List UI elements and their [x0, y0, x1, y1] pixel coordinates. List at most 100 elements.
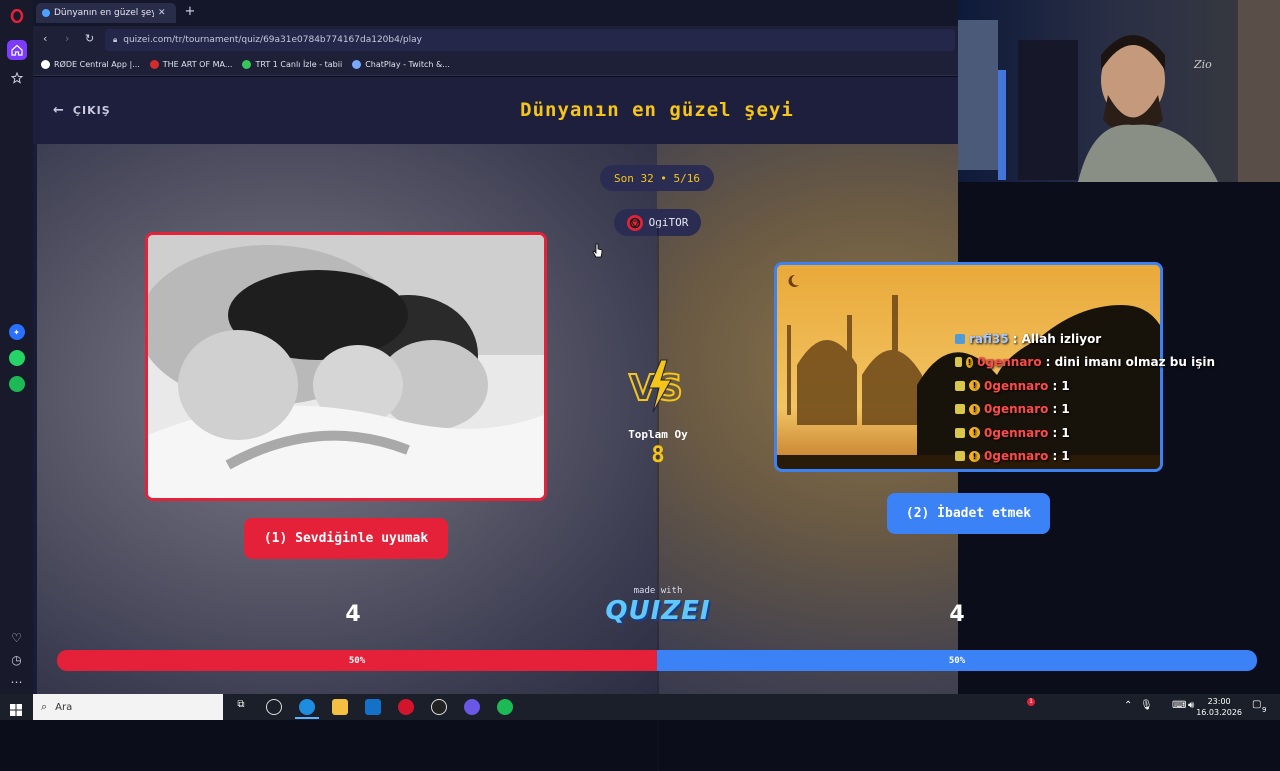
- spotify-taskbar-icon[interactable]: [497, 699, 513, 715]
- chatplay-icon: [352, 60, 362, 69]
- left-vote-count: 4: [345, 602, 361, 627]
- bookmarks-star-icon[interactable]: [7, 68, 27, 88]
- obs-icon[interactable]: [431, 699, 447, 715]
- bookmark-item[interactable]: RØDE Central App |...: [41, 60, 140, 69]
- tray-chevron-icon[interactable]: ⌃: [1124, 700, 1132, 711]
- chat-coin-icon: !: [969, 380, 980, 392]
- author-name: OgiTOR: [648, 216, 689, 229]
- heart-icon[interactable]: ♡: [7, 628, 27, 648]
- discord-icon[interactable]: [464, 699, 480, 715]
- chat-text: : dini imanı olmaz bu işin: [1045, 355, 1215, 370]
- total-votes-label: Toplam Oy: [628, 428, 688, 441]
- lock-icon: 🔒︎: [113, 35, 118, 44]
- volume-icon[interactable]: 🔊︎: [1188, 700, 1194, 711]
- chat-message: ! 0gennaro: 1: [955, 398, 1215, 422]
- chat-message: ! 0gennaro: 1: [955, 421, 1215, 445]
- clock-time: 23:00: [1207, 697, 1231, 706]
- chat-coin-icon: !: [969, 450, 980, 462]
- chat-overlay: rafi35: Allah izliyor! 0gennaro: dini ima…: [955, 327, 1215, 468]
- new-tab-button[interactable]: +: [183, 5, 197, 19]
- chat-badge-icon: [955, 451, 965, 462]
- url-text: quizei.com/tr/tournament/quiz/69a31e0784…: [123, 35, 422, 45]
- chat-text: : 1: [1052, 378, 1070, 393]
- active-tab[interactable]: Dünyanın en güzel şeyi - ✕: [36, 3, 176, 23]
- option-left-image[interactable]: [145, 232, 547, 501]
- reload-icon[interactable]: ↻: [85, 32, 94, 45]
- messenger-icon[interactable]: ✦: [8, 324, 25, 340]
- right-progress: 50%: [657, 650, 1257, 671]
- made-with-label: made with: [633, 586, 683, 596]
- bookmark-item[interactable]: ChatPlay - Twitch &...: [352, 60, 450, 69]
- chat-badge-icon: [955, 357, 962, 368]
- chat-username: 0gennaro: [984, 425, 1049, 440]
- quizei-logo[interactable]: QUIZEI: [598, 596, 718, 626]
- more-options-icon[interactable]: ⋯: [7, 672, 27, 692]
- vote-progress-bar: 50% 50%: [57, 650, 1257, 671]
- webcam-brand-text: Zio: [1193, 58, 1212, 71]
- file-explorer-icon[interactable]: [332, 699, 348, 715]
- outlook-icon[interactable]: [365, 699, 381, 715]
- chat-message: ! 0gennaro: 1: [955, 374, 1215, 398]
- chat-text: : 1: [1052, 425, 1070, 440]
- chat-message: rafi35: Allah izliyor: [955, 327, 1215, 351]
- bookmarks-bar: RØDE Central App |... THE ART OF MA... TRT…: [33, 54, 958, 76]
- chat-username: 0gennaro: [984, 449, 1049, 464]
- url-field[interactable]: 🔒︎ quizei.com/tr/tournament/quiz/69a31e0…: [105, 29, 955, 51]
- vs-bolt-icon: VS: [625, 358, 691, 414]
- chat-coin-icon: !: [965, 356, 974, 368]
- art-icon: [149, 60, 159, 69]
- chat-text: : 1: [1052, 449, 1070, 464]
- tab-favicon-icon: [42, 9, 50, 17]
- opera-taskbar-icon[interactable]: [398, 699, 414, 715]
- windows-taskbar: ⌕ Ara ⧉ 1 ⌃ 🎙︎ ⌨ 🔊︎ 23:00 16.03.2026 ▢ 9: [0, 694, 1280, 720]
- bookmark-label: ChatPlay - Twitch &...: [365, 60, 450, 69]
- chat-badge-icon: [955, 380, 965, 391]
- tab-bar: Dünyanın en güzel şeyi - ✕ +: [33, 0, 958, 26]
- chat-message: ! 0gennaro: dini imanı olmaz bu işin: [955, 351, 1215, 375]
- chat-text: : 1: [1052, 402, 1070, 417]
- home-icon[interactable]: [6, 40, 27, 60]
- widgets-icon[interactable]: [266, 699, 282, 715]
- chat-badge-icon: [955, 427, 965, 438]
- chat-message: ! 0gennaro: 1: [955, 445, 1215, 469]
- chat-username: 0gennaro: [977, 355, 1042, 370]
- total-votes-value: 8: [651, 443, 665, 468]
- bookmark-label: THE ART OF MA...: [162, 60, 233, 69]
- option-right-button[interactable]: (2) İbadet etmek: [887, 493, 1050, 534]
- chat-badge-icon: [955, 333, 965, 344]
- taskbar-clock[interactable]: 23:00 16.03.2026: [1196, 696, 1242, 718]
- chat-coin-icon: !: [969, 403, 980, 415]
- tab-close-icon[interactable]: ✕: [158, 8, 166, 18]
- search-icon: ⌕: [41, 700, 48, 713]
- task-view-icon[interactable]: ⧉: [233, 699, 249, 715]
- center-divider: [657, 221, 659, 771]
- taskbar-search-box[interactable]: ⌕ Ara: [33, 694, 223, 720]
- chat-coin-icon: !: [969, 427, 980, 439]
- notification-count: 9: [1262, 706, 1267, 714]
- tab-title: Dünyanın en güzel şeyi -: [54, 8, 154, 18]
- back-icon[interactable]: ‹: [43, 32, 47, 45]
- webcam-feed: Zio: [958, 0, 1280, 182]
- network-icon[interactable]: ⌨: [1172, 700, 1186, 711]
- edge-icon[interactable]: [299, 699, 315, 715]
- tabii-icon: [242, 60, 252, 69]
- address-bar: ‹ › ↻ 🔒︎ quizei.com/tr/tournament/quiz/6…: [33, 26, 958, 54]
- taskbar-active-indicator: [295, 717, 319, 719]
- bookmark-item[interactable]: TRT 1 Canlı İzle - tabii: [242, 60, 342, 69]
- round-indicator: Son 32 • 5/16: [600, 165, 714, 191]
- notifications-icon[interactable]: ▢: [1252, 699, 1261, 710]
- left-progress: 50%: [57, 650, 657, 671]
- windows-start-icon[interactable]: [10, 701, 22, 716]
- chat-username: 0gennaro: [984, 378, 1049, 393]
- spotify-icon[interactable]: [8, 376, 25, 392]
- microphone-icon[interactable]: 🎙︎: [1140, 700, 1153, 711]
- bookmark-item[interactable]: THE ART OF MA...: [149, 60, 233, 69]
- history-clock-icon[interactable]: ◷: [7, 650, 27, 670]
- whatsapp-icon[interactable]: [8, 350, 25, 366]
- chat-badge-icon: [955, 404, 965, 415]
- tray-alert-badge: 1: [1027, 698, 1035, 706]
- forward-icon[interactable]: ›: [65, 32, 69, 45]
- bookmark-label: TRT 1 Canlı İzle - tabii: [255, 60, 343, 69]
- option-left-button[interactable]: (1) Sevdiğinle uyumak: [244, 518, 448, 559]
- opera-logo-icon[interactable]: [7, 6, 27, 26]
